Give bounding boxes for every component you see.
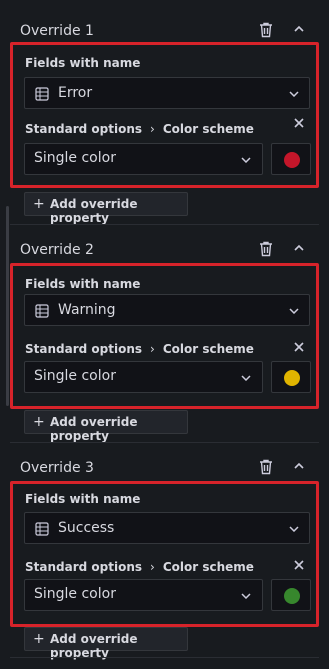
chevron-up-icon[interactable] [293,243,305,253]
color-scheme-value: Single color [34,586,116,602]
add-override-property-button[interactable]: + Add override property [24,410,188,443]
field-name-select[interactable]: Error [24,77,310,109]
close-icon[interactable] [293,117,305,129]
color-picker-button[interactable] [271,361,311,393]
chevron-up-icon[interactable] [293,24,305,34]
chevron-down-icon [241,593,251,599]
override-highlight: Fields with name Success Standard option… [10,481,319,627]
add-override-label: Add override property [50,415,138,443]
property-path: Standard options › Color scheme [25,560,254,574]
override-header[interactable]: Override 3 [10,445,319,481]
property-name: Color scheme [162,560,254,574]
matcher-label: Fields with name [25,56,141,70]
field-name-icon [35,522,49,536]
matcher-label: Fields with name [25,492,141,506]
color-scheme-select[interactable]: Single color [24,579,263,611]
field-name-value: Error [58,85,93,101]
property-category: Standard options [25,342,143,356]
override-2: Override 2 Fields with name Warning Stan… [10,227,319,443]
field-name-select[interactable]: Warning [24,294,310,326]
path-separator: › [150,122,155,136]
override-divider [10,224,319,225]
color-picker-button[interactable] [271,143,311,175]
override-highlight: Fields with name Error Standard options ›… [10,42,319,188]
add-override-property-button[interactable]: + Add override property [24,192,188,225]
chevron-down-icon [241,375,251,381]
plus-icon: + [33,196,45,212]
add-override-label: Add override property [50,632,138,660]
add-override-property-button[interactable]: + Add override property [24,627,188,660]
override-divider [10,442,319,443]
color-scheme-select[interactable]: Single color [24,143,263,175]
override-header[interactable]: Override 1 [10,8,319,44]
color-swatch [284,588,300,604]
override-1: Override 1 Fields with name Error Standa… [10,8,319,225]
color-scheme-value: Single color [34,368,116,384]
chevron-down-icon [289,91,299,97]
chevron-down-icon [289,526,299,532]
color-scheme-value: Single color [34,150,116,166]
add-override-label: Add override property [50,197,138,225]
color-swatch [284,370,300,386]
plus-icon: + [33,631,45,647]
color-swatch [284,152,300,168]
chevron-down-icon [289,308,299,314]
property-name: Color scheme [162,122,254,136]
override-title: Override 2 [20,242,94,258]
property-path: Standard options › Color scheme [25,122,254,136]
overrides-panel: Override 1 Fields with name Error Standa… [0,0,329,669]
trash-icon[interactable] [259,241,273,257]
color-picker-button[interactable] [271,579,311,611]
override-title: Override 1 [20,23,94,39]
path-separator: › [150,560,155,574]
path-separator: › [150,342,155,356]
trash-icon[interactable] [259,22,273,38]
field-name-icon [35,304,49,318]
matcher-label: Fields with name [25,277,141,291]
plus-icon: + [33,414,45,430]
panel-bottom-divider [10,657,319,658]
field-name-value: Success [58,520,115,536]
field-name-value: Warning [58,302,116,318]
color-scheme-select[interactable]: Single color [24,361,263,393]
field-name-select[interactable]: Success [24,512,310,544]
close-icon[interactable] [293,559,305,571]
close-icon[interactable] [293,341,305,353]
scrollbar[interactable] [6,206,9,406]
property-path: Standard options › Color scheme [25,342,254,356]
override-title: Override 3 [20,460,94,476]
chevron-up-icon[interactable] [293,461,305,471]
trash-icon[interactable] [259,459,273,475]
override-header[interactable]: Override 2 [10,227,319,263]
override-highlight: Fields with name Warning Standard option… [10,263,319,409]
property-category: Standard options [25,560,143,574]
property-category: Standard options [25,122,143,136]
field-name-icon [35,87,49,101]
property-name: Color scheme [162,342,254,356]
override-3: Override 3 Fields with name Success Stan… [10,445,319,660]
chevron-down-icon [241,157,251,163]
